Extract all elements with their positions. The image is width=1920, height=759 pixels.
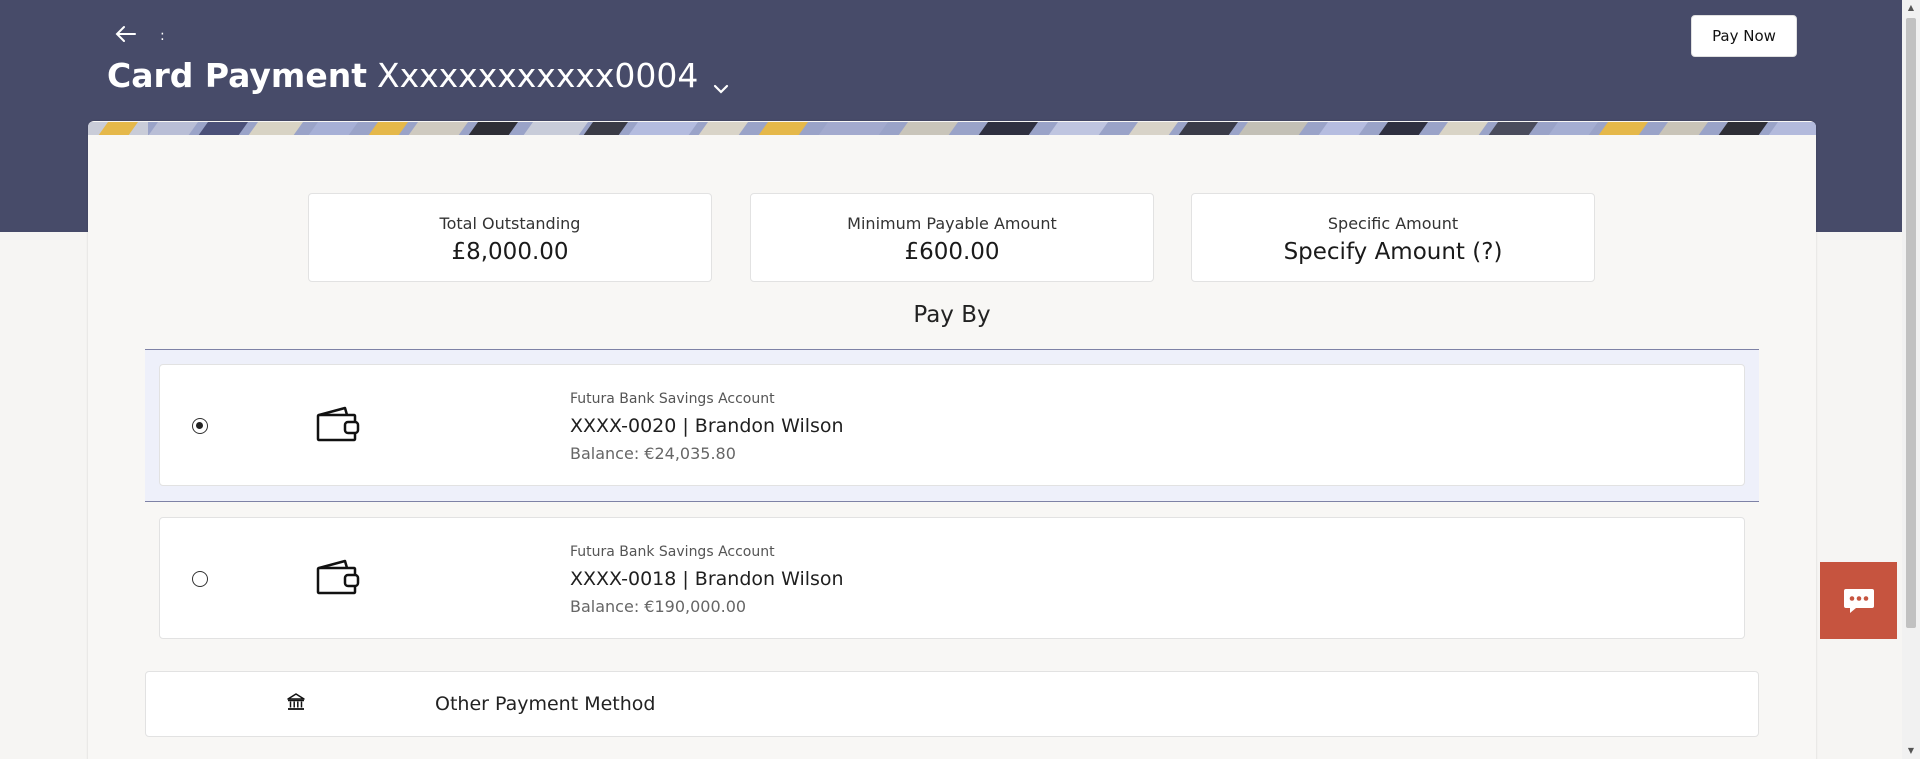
other-payment-method-option[interactable]: Other Payment Method	[145, 671, 1759, 737]
account-type: Futura Bank Savings Account	[570, 544, 775, 560]
pay-now-button[interactable]: Pay Now	[1691, 15, 1797, 57]
page-title: Card Payment Xxxxxxxxxxxx0004	[107, 56, 730, 95]
account-number: XXXX-0020 | Brandon Wilson	[570, 415, 844, 437]
amount-option-label: Minimum Payable Amount	[847, 214, 1057, 233]
arrow-left-icon	[115, 26, 136, 42]
card-art-banner	[88, 121, 1816, 135]
chevron-down-icon	[714, 84, 729, 94]
amount-option-value: £600.00	[904, 239, 1000, 265]
amount-option-label: Specific Amount	[1327, 214, 1459, 233]
amount-option-value: Specify Amount (?)	[1283, 239, 1503, 265]
card-number: Xxxxxxxxxxxx0004	[376, 56, 699, 95]
other-payment-method-label: Other Payment Method	[435, 693, 656, 715]
bank-icon	[287, 693, 305, 710]
scroll-thumb[interactable]	[1906, 18, 1916, 628]
amount-option-label: Total Outstanding	[439, 214, 581, 233]
chat-bubble-icon	[1843, 588, 1874, 613]
account-radio-unselected[interactable]	[192, 571, 208, 587]
card-art-pattern	[88, 122, 1816, 135]
vertical-scrollbar[interactable]: ▲ ▼	[1902, 0, 1920, 759]
total-outstanding-option[interactable]: Total Outstanding £8,000.00	[308, 193, 712, 282]
account-balance: Balance: €190,000.00	[570, 597, 747, 616]
account-balance: Balance: €24,035.80	[570, 444, 736, 463]
specific-amount-option[interactable]: Specific Amount Specify Amount (?)	[1191, 193, 1595, 282]
pay-by-title: Pay By	[913, 302, 991, 328]
account-option-0018[interactable]: Futura Bank Savings Account XXXX-0018 | …	[159, 517, 1745, 639]
chat-button[interactable]	[1820, 562, 1897, 639]
page-title-label: Card Payment	[107, 56, 367, 95]
title-separator: :	[160, 28, 165, 44]
amount-option-value: £8,000.00	[451, 239, 569, 265]
wallet-icon	[316, 559, 360, 595]
payment-card: Total Outstanding £8,000.00 Minimum Paya…	[88, 121, 1816, 759]
account-type: Futura Bank Savings Account	[570, 391, 775, 407]
card-selector-dropdown[interactable]	[712, 67, 730, 94]
minimum-payable-option[interactable]: Minimum Payable Amount £600.00	[750, 193, 1154, 282]
account-option-0020[interactable]: Futura Bank Savings Account XXXX-0020 | …	[159, 364, 1745, 486]
scroll-down-arrow[interactable]: ▼	[1902, 743, 1920, 759]
account-number: XXXX-0018 | Brandon Wilson	[570, 568, 844, 590]
account-radio-selected[interactable]	[192, 418, 208, 434]
scroll-up-arrow[interactable]: ▲	[1902, 0, 1920, 16]
back-button[interactable]	[114, 22, 144, 50]
wallet-icon	[316, 406, 360, 442]
